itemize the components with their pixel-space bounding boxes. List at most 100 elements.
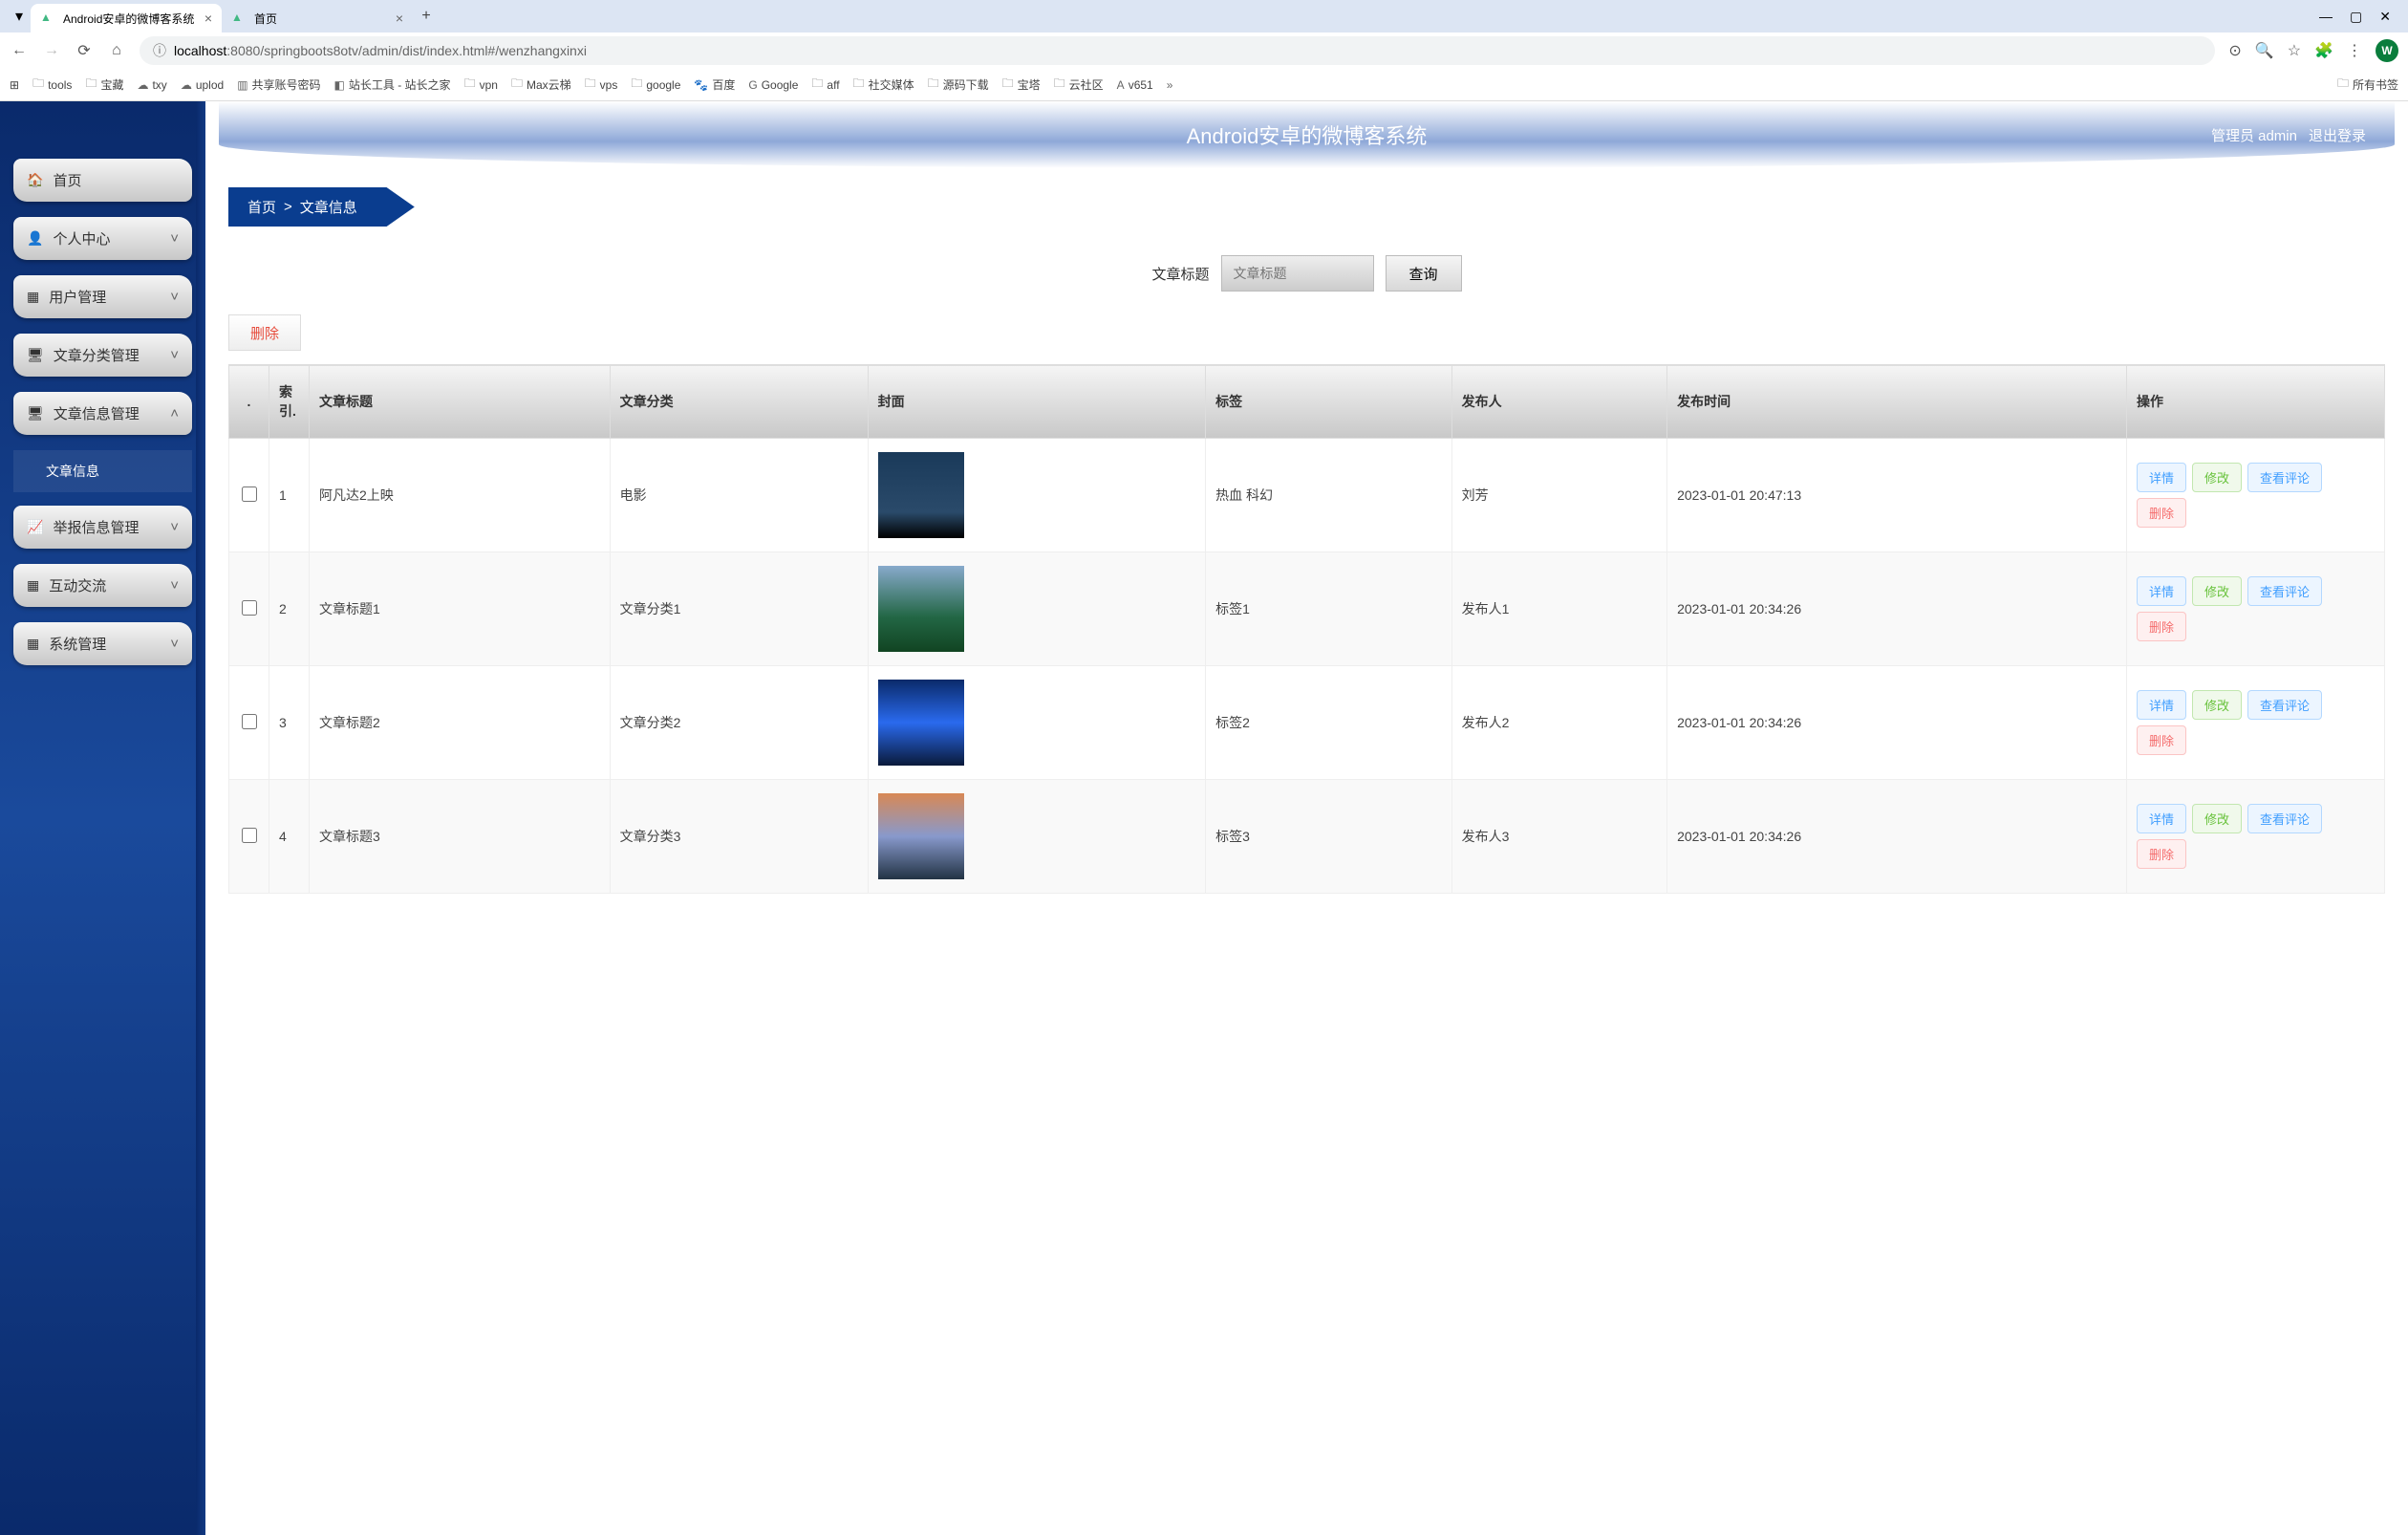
url-input[interactable]: ⓘ localhost:8080/springboots8otv/admin/d… [140, 36, 2215, 65]
th-operations: 操作 [2127, 365, 2385, 439]
breadcrumb-current: 文章信息 [300, 197, 357, 217]
bookmark-item[interactable]: 🗀 云社区 [1054, 75, 1104, 95]
sidebar-item-3[interactable]: 🖥文章分类管理˅ [13, 334, 192, 377]
sidebar-item-7[interactable]: ▦系统管理˅ [13, 622, 192, 665]
menu-icon[interactable]: ⋮ [2347, 41, 2362, 60]
row-checkbox[interactable] [242, 600, 257, 616]
close-window-button[interactable]: ✕ [2379, 9, 2391, 25]
reload-button[interactable]: ⟳ [75, 41, 94, 60]
cover-image[interactable] [878, 452, 964, 538]
breadcrumb-sep: > [284, 199, 292, 215]
bookmark-item[interactable]: 🗀 aff [811, 75, 839, 95]
bookmark-item[interactable]: 🗀 源码下载 [928, 75, 989, 95]
bulk-delete-button[interactable]: 删除 [228, 314, 301, 351]
sidebar-item-6[interactable]: ▦互动交流˅ [13, 564, 192, 607]
profile-avatar[interactable]: W [2376, 39, 2398, 62]
edit-button[interactable]: 修改 [2192, 690, 2242, 720]
bookmark-item[interactable]: ☁ uplod [181, 78, 224, 92]
sidebar-item-4[interactable]: 🖥文章信息管理˄ [13, 392, 192, 435]
cover-image[interactable] [878, 680, 964, 766]
browser-tab[interactable]: ▲首页× [222, 4, 413, 32]
bookmark-item[interactable]: 🗀 google [631, 75, 680, 95]
row-checkbox[interactable] [242, 714, 257, 729]
bookmarks-overflow[interactable]: » [1167, 78, 1173, 92]
new-tab-button[interactable]: + [413, 3, 440, 30]
th-author: 发布人 [1451, 365, 1666, 439]
detail-button[interactable]: 详情 [2137, 576, 2186, 606]
menu-label: 文章分类管理 [54, 345, 140, 365]
delete-button[interactable]: 删除 [2137, 725, 2186, 755]
browser-tab[interactable]: ▲Android安卓的微博客系统× [31, 4, 222, 32]
edit-button[interactable]: 修改 [2192, 804, 2242, 833]
bookmark-item[interactable]: 🗀 宝藏 [85, 75, 123, 95]
sidebar-item-0[interactable]: 🏠首页 [13, 159, 192, 202]
cover-image[interactable] [878, 566, 964, 652]
bookmark-item[interactable]: 🗀 vpn [464, 75, 498, 95]
search-button[interactable]: 查询 [1386, 255, 1462, 292]
detail-button[interactable]: 详情 [2137, 804, 2186, 833]
site-info-icon[interactable]: ⓘ [153, 41, 166, 60]
sidebar-item-1[interactable]: 👤个人中心˅ [13, 217, 192, 260]
menu-label: 首页 [53, 170, 81, 190]
forward-button[interactable]: → [42, 42, 61, 59]
all-bookmarks[interactable]: 🗀 所有书签 [2337, 75, 2398, 95]
sidebar-item-2[interactable]: ▦用户管理˅ [13, 275, 192, 318]
bookmark-item[interactable]: 🗀 tools [32, 75, 72, 95]
bookmark-star-icon[interactable]: ☆ [2288, 41, 2301, 60]
delete-button[interactable]: 删除 [2137, 498, 2186, 528]
detail-button[interactable]: 详情 [2137, 690, 2186, 720]
minimize-button[interactable]: — [2319, 9, 2333, 25]
close-tab-icon[interactable]: × [396, 11, 403, 26]
row-checkbox[interactable] [242, 486, 257, 502]
menu-icon: 👤 [27, 230, 43, 247]
cover-image[interactable] [878, 793, 964, 879]
review-button[interactable]: 查看评论 [2247, 804, 2322, 833]
bookmark-icon: 🗀 [811, 75, 823, 95]
bookmark-item[interactable]: G Google [748, 78, 798, 92]
tab-dropdown[interactable]: ▾ [8, 5, 31, 28]
delete-button[interactable]: 删除 [2137, 612, 2186, 641]
bookmark-item[interactable]: 🗀 vps [585, 75, 618, 95]
edit-button[interactable]: 修改 [2192, 463, 2242, 492]
row-checkbox[interactable] [242, 828, 257, 843]
apps-icon[interactable]: ⊞ [10, 78, 19, 92]
password-icon[interactable]: ⊙ [2228, 41, 2241, 60]
bookmark-item[interactable]: A v651 [1117, 78, 1153, 92]
maximize-button[interactable]: ▢ [2350, 9, 2362, 25]
search-label: 文章标题 [1151, 264, 1209, 284]
search-input[interactable] [1221, 255, 1374, 292]
tab-title: 首页 [254, 11, 277, 27]
bookmark-item[interactable]: 🗀 Max云梯 [511, 75, 571, 95]
bookmark-item[interactable]: 🐾 百度 [694, 76, 735, 93]
cell-ops: 详情修改查看评论删除 [2127, 780, 2385, 894]
cell-index: 4 [269, 780, 310, 894]
sidebar-item-5[interactable]: 📈举报信息管理˅ [13, 506, 192, 549]
edit-button[interactable]: 修改 [2192, 576, 2242, 606]
cell-author: 发布人3 [1451, 780, 1666, 894]
th-checkbox[interactable]: . [229, 365, 269, 439]
bookmark-icon: 🗀 [853, 75, 865, 95]
bookmark-icon: 🗀 [511, 75, 523, 95]
bookmark-item[interactable]: ☁ txy [137, 78, 166, 92]
review-button[interactable]: 查看评论 [2247, 690, 2322, 720]
breadcrumb-home[interactable]: 首页 [247, 197, 276, 217]
zoom-icon[interactable]: 🔍 [2255, 41, 2274, 60]
bookmark-item[interactable]: 🗀 社交媒体 [853, 75, 914, 95]
bookmark-item[interactable]: ◧ 站长工具 - 站长之家 [334, 76, 451, 93]
bookmark-item[interactable]: ▥ 共享账号密码 [237, 76, 320, 93]
bookmark-item[interactable]: 🗀 宝塔 [1002, 75, 1041, 95]
submenu-article-info[interactable]: 文章信息 [13, 450, 192, 492]
close-tab-icon[interactable]: × [204, 11, 212, 26]
logout-link[interactable]: 退出登录 [2309, 125, 2366, 145]
delete-button[interactable]: 删除 [2137, 839, 2186, 869]
detail-button[interactable]: 详情 [2137, 463, 2186, 492]
review-button[interactable]: 查看评论 [2247, 576, 2322, 606]
tab-title: Android安卓的微博客系统 [63, 11, 194, 27]
extensions-icon[interactable]: 🧩 [2314, 41, 2333, 60]
back-button[interactable]: ← [10, 42, 29, 59]
window-controls: — ▢ ✕ [2319, 9, 2400, 25]
menu-label: 互动交流 [49, 575, 106, 595]
user-role-label[interactable]: 管理员 admin [2211, 125, 2297, 145]
home-button[interactable]: ⌂ [107, 42, 126, 59]
review-button[interactable]: 查看评论 [2247, 463, 2322, 492]
